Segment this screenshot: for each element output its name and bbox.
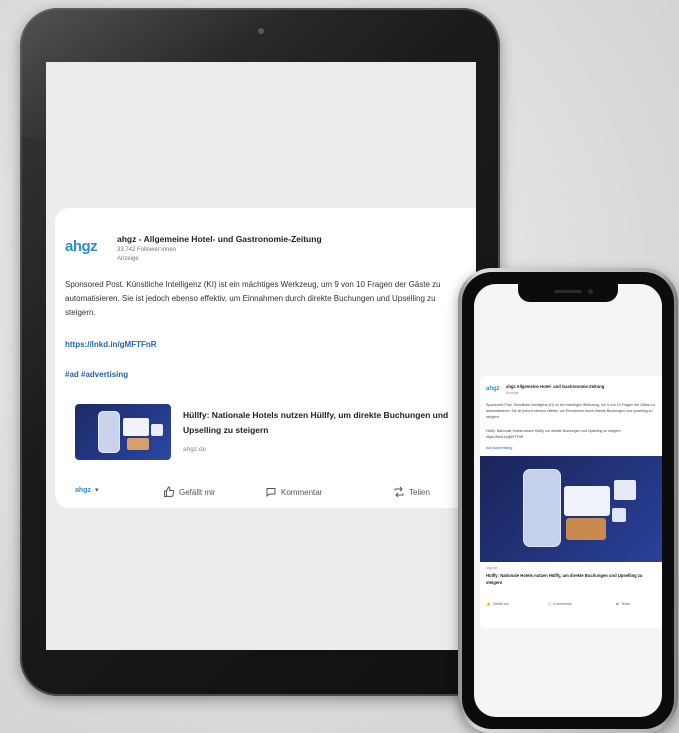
post-text: Sponsored Post. Künstliche Intelligenz (…: [65, 280, 441, 317]
company-logo[interactable]: ahgz: [65, 238, 98, 255]
thumbnail-card-graphic: [123, 418, 149, 436]
image-card-graphic: [614, 480, 636, 500]
company-logo[interactable]: ahgz: [486, 386, 500, 392]
post-text: Sponsored Post. Künstliche Intelligenz (…: [486, 403, 655, 419]
article-image[interactable]: [480, 456, 662, 562]
share-label: Teilen: [621, 602, 631, 606]
phone-post-card: ahgz ahgz Allgemeine Hotel- und Gastrono…: [480, 376, 662, 628]
comment-button[interactable]: ▢ Kommentar: [548, 602, 572, 606]
company-name[interactable]: ahgz - Allgemeine Hotel- und Gastronomie…: [117, 234, 322, 244]
article-title[interactable]: Hüllfy: Nationale Hotels nutzen Hüllfy, …: [183, 408, 463, 438]
thumbs-up-icon: 👍: [486, 602, 491, 606]
thumbnail-phone-graphic: [99, 412, 119, 452]
speaker-grille: [554, 290, 582, 293]
like-button[interactable]: Gefällt mir: [163, 486, 215, 498]
comment-button[interactable]: Kommentar: [265, 486, 322, 498]
account-switcher[interactable]: ahgz ▾: [75, 486, 99, 495]
article-preview[interactable]: Hüllfy: Nationale Hotels nutzen Hüllfy, …: [75, 396, 475, 462]
share-icon: ⇄: [616, 602, 620, 606]
share-button[interactable]: ⇄ Teilen: [616, 602, 630, 606]
tablet-screen: ahgz ahgz - Allgemeine Hotel- und Gastro…: [46, 62, 476, 650]
front-camera: [588, 289, 593, 294]
comment-label: Kommentar: [553, 602, 572, 606]
phone-screen: ahgz ahgz Allgemeine Hotel- und Gastrono…: [474, 284, 662, 717]
article-title[interactable]: Hüllfy: Nationale Hotels nutzen Hüllfy, …: [486, 573, 658, 586]
comment-icon: ▢: [548, 602, 552, 606]
post-action-bar: ahgz ▾ Gefällt mir Kommentar Teilen: [65, 486, 465, 506]
phone-notch: [518, 284, 618, 302]
article-source: ahgz.de: [183, 446, 207, 453]
account-logo: ahgz: [75, 486, 91, 494]
thumbs-up-icon: [164, 486, 175, 497]
post-hashtags[interactable]: #ad #advertising: [65, 370, 128, 379]
post-header: ahgz ahgz - Allgemeine Hotel- und Gastro…: [65, 230, 465, 270]
like-label: Gefällt mir: [179, 487, 216, 497]
post-action-bar: 👍 Gefällt mir ▢ Kommentar ⇄ Teilen: [486, 602, 658, 612]
post-hashtags[interactable]: #ad #advertising: [486, 446, 512, 450]
image-phone-graphic: [524, 470, 560, 546]
image-card-graphic: [564, 486, 610, 516]
tablet-device: ahgz ahgz - Allgemeine Hotel- und Gastro…: [20, 8, 500, 696]
share-icon: [394, 486, 404, 498]
article-source: ahgz.de: [486, 566, 498, 570]
thumbnail-food-graphic: [127, 438, 149, 450]
like-button[interactable]: 👍 Gefällt mir: [486, 602, 509, 606]
image-card-graphic: [612, 508, 626, 522]
article-thumbnail[interactable]: [75, 404, 171, 460]
post-link-text[interactable]: Hüllfy: Nationale Hotels nutzen Hüllfy, …: [486, 428, 658, 440]
share-button[interactable]: Teilen: [393, 486, 430, 498]
phone-bezel: ahgz ahgz Allgemeine Hotel- und Gastrono…: [462, 272, 674, 729]
post-link[interactable]: https://lnkd.in/gMFTFnR: [65, 340, 157, 349]
comment-label: Kommentar: [281, 487, 323, 497]
image-food-graphic: [566, 518, 606, 540]
follower-count: 33.742 Follower:innen: [117, 247, 177, 253]
phone-device: ahgz ahgz Allgemeine Hotel- und Gastrono…: [458, 268, 678, 733]
tablet-camera: [258, 28, 264, 34]
share-label: Teilen: [409, 487, 430, 497]
promoted-label: Anzeige: [117, 256, 139, 262]
chevron-down-icon: ▾: [94, 487, 99, 494]
sponsored-post-card: ahgz ahgz - Allgemeine Hotel- und Gastro…: [55, 208, 476, 508]
promoted-label: Anzeige: [506, 391, 519, 395]
thumbnail-card-graphic: [151, 424, 163, 436]
like-label: Gefällt mir: [492, 602, 509, 606]
company-name[interactable]: ahgz Allgemeine Hotel- und Gastronomie-Z…: [506, 384, 604, 389]
comment-icon: [266, 488, 276, 498]
